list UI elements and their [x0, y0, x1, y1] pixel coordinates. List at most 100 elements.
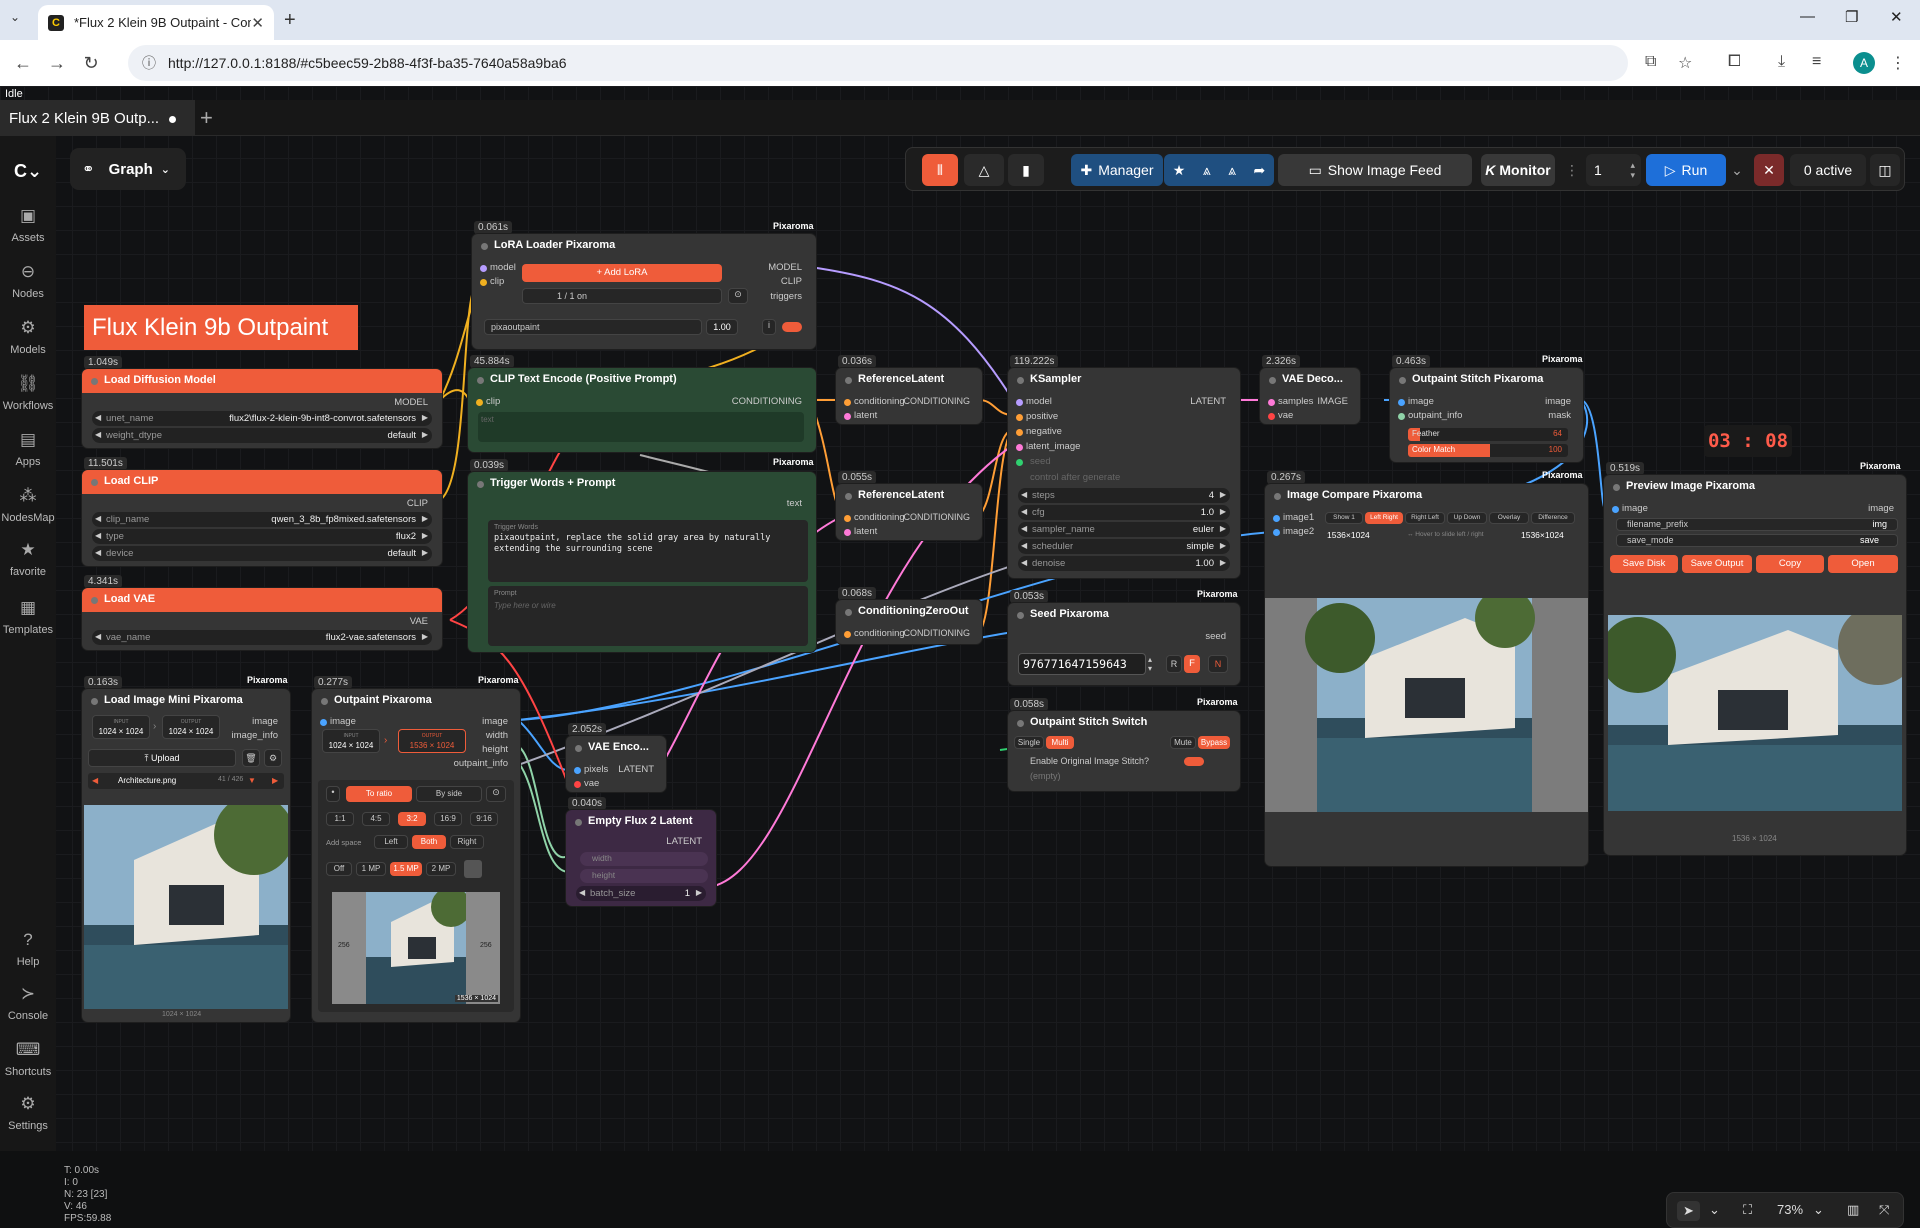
sidebar-assets[interactable]: ▣ Assets	[0, 206, 56, 244]
mp-1-5[interactable]: 1.5 MP	[390, 862, 422, 876]
seed-input[interactable]: seed	[1014, 456, 1234, 470]
lora-strength[interactable]: 1.00	[706, 319, 738, 335]
reading-list-icon[interactable]: ≡	[1812, 53, 1821, 71]
sidebar-nodesmap[interactable]: ⁂ NodesMap	[0, 486, 56, 524]
steps-widget[interactable]: steps 4	[1018, 488, 1230, 503]
output-latent[interactable]: LATENT	[1190, 396, 1226, 407]
input-negative[interactable]: negative	[1014, 426, 1234, 440]
empty-flux2-latent-node[interactable]: Empty Flux 2 Latent LATENT width height …	[566, 810, 716, 906]
graph-mode-button[interactable]: ⚭ Graph ⌄	[70, 148, 186, 190]
run-button[interactable]: ▷ Run	[1646, 154, 1726, 186]
sidebar-nodes[interactable]: ⊖ Nodes	[0, 262, 56, 300]
sidebar-console[interactable]: ≻ Console	[0, 984, 56, 1022]
vae-encode-node[interactable]: VAE Enco... pixels vae LATENT	[566, 736, 666, 792]
lora-settings-icon[interactable]: ⊙	[728, 288, 748, 304]
mp-1[interactable]: 1 MP	[356, 862, 386, 876]
output-width[interactable]: width	[486, 730, 508, 741]
device-widget[interactable]: device default	[92, 546, 432, 561]
lora-select[interactable]: pixaoutpaint	[484, 319, 702, 335]
unet-name-widget[interactable]: unet_name flux2\flux-2-klein-9b-int8-conv…	[92, 411, 432, 426]
feather-slider[interactable]: Feather 64	[1408, 428, 1568, 441]
side-right[interactable]: Right	[450, 835, 484, 849]
settings-icon[interactable]: ⚙	[264, 749, 282, 767]
mp-off[interactable]: Off	[326, 862, 352, 876]
close-window-icon[interactable]: ✕	[1890, 8, 1903, 26]
side-left[interactable]: Left	[374, 835, 408, 849]
sidebar-shortcuts[interactable]: ⌨ Shortcuts	[0, 1040, 56, 1078]
url-field[interactable]: ⓘ http://127.0.0.1:8188/#c5beec59-2b88-4…	[128, 45, 1628, 81]
cfg-widget[interactable]: cfg 1.0	[1018, 505, 1230, 520]
input-latent[interactable]: latent	[842, 526, 976, 540]
monitor-button[interactable]: K Monitor	[1481, 154, 1555, 186]
output-clip[interactable]: CLIP	[407, 498, 428, 509]
batch-size-widget[interactable]: batch_size 1	[576, 886, 706, 901]
chevron-down-icon[interactable]: ⌄	[1709, 1202, 1720, 1218]
multi-button[interactable]: Multi	[1046, 736, 1074, 749]
denoise-widget[interactable]: denoise 1.00	[1018, 556, 1230, 571]
new-seed-button[interactable]: N	[1208, 655, 1228, 673]
manager-tools[interactable]: ★ ⩓ ⩓ ➦	[1164, 154, 1274, 186]
sidebar-models[interactable]: ⚙ Models	[0, 318, 56, 356]
extensions-icon[interactable]: ⧠	[1728, 53, 1741, 71]
info-icon[interactable]: i	[762, 319, 776, 335]
output-conditioning[interactable]: CONDITIONING	[904, 628, 971, 638]
prompt-box[interactable]: Prompt Type here or wire	[488, 586, 808, 646]
install-app-icon[interactable]: ⧉	[1645, 53, 1656, 71]
close-tab-icon[interactable]: ✕	[251, 14, 264, 32]
menu-icon[interactable]: ⋮	[1890, 53, 1906, 73]
clip-text-encode-node[interactable]: CLIP Text Encode (Positive Prompt) clip …	[468, 368, 816, 452]
image-selector[interactable]: ◀ Architecture.png 41 / 426 ▼ ▶	[88, 773, 284, 789]
manager-button[interactable]: ✚ Manager	[1071, 154, 1163, 186]
comfy-icon-button[interactable]: △	[964, 154, 1004, 186]
output-conditioning[interactable]: CONDITIONING	[904, 512, 971, 522]
vae-name-widget[interactable]: vae_name flux2-vae.safetensors	[92, 630, 432, 645]
save-disk-button[interactable]: Save Disk	[1610, 555, 1678, 573]
toggle-switch[interactable]	[1184, 757, 1204, 766]
output-image[interactable]: IMAGE	[1317, 396, 1348, 407]
lora-loader-node[interactable]: LoRA Loader Pixaroma model clip MODEL CL…	[472, 234, 816, 349]
output-latent[interactable]: LATENT	[666, 836, 702, 847]
output-height[interactable]: height	[482, 744, 508, 755]
copy-button[interactable]: Copy	[1756, 555, 1824, 573]
output-model[interactable]: MODEL	[394, 397, 428, 408]
image-feed-button[interactable]: ▭ Show Image Feed	[1278, 154, 1472, 186]
ksampler-node[interactable]: KSampler model positive negative latent_…	[1008, 368, 1240, 578]
outpaint-pixaroma-node[interactable]: Outpaint Pixaroma image image width heig…	[312, 689, 520, 1022]
comfy-logo-icon[interactable]: C⌄	[0, 161, 56, 182]
color-match-slider[interactable]: Color Match 100	[1408, 444, 1568, 457]
upload-button[interactable]: ⤒ Upload	[88, 749, 236, 767]
ratio-4-5[interactable]: 4:5	[362, 812, 390, 826]
output-image[interactable]: image	[1545, 396, 1571, 407]
next-image-icon[interactable]: ▶	[272, 776, 278, 785]
mp-2[interactable]: 2 MP	[426, 862, 456, 876]
load-image-mini-node[interactable]: Load Image Mini Pixaroma image image_inf…	[82, 689, 290, 1022]
cancel-button[interactable]: ✕	[1754, 154, 1784, 186]
lora-toggle-all[interactable]: 1 / 1 on	[522, 288, 722, 304]
tab-search-icon[interactable]: ⌄	[10, 10, 20, 24]
sidebar-favorite[interactable]: ★ favorite	[0, 540, 56, 578]
new-workflow-icon[interactable]: +	[200, 105, 213, 131]
pin-icon[interactable]: •	[326, 786, 340, 802]
sidebar-help[interactable]: ? Help	[0, 930, 56, 968]
mute-button[interactable]: Mute	[1170, 736, 1196, 749]
panel-toggle-button[interactable]: ◫	[1870, 154, 1900, 186]
save-mode-widget[interactable]: save_mode save	[1616, 534, 1898, 547]
sidebar-apps[interactable]: ▤ Apps	[0, 430, 56, 468]
bypass-button[interactable]: Bypass	[1198, 736, 1230, 749]
prev-image-icon[interactable]: ◀	[92, 776, 98, 785]
loaded-image[interactable]	[84, 805, 288, 1009]
clip-name-widget[interactable]: clip_name qwen_3_8b_fp8mixed.safetensors	[92, 512, 432, 527]
seed-stepper-icon[interactable]: ▴ ▾	[1148, 655, 1152, 673]
pointer-tool-icon[interactable]: ➤	[1677, 1201, 1700, 1221]
sidebar-workflows[interactable]: ⛓ Workflows	[0, 374, 56, 412]
preview-image[interactable]	[1608, 615, 1902, 811]
output-vae[interactable]: VAE	[410, 616, 428, 627]
fixed-seed-button[interactable]: F	[1184, 655, 1200, 673]
fit-view-icon[interactable]: ⛶	[1743, 1202, 1752, 1218]
output-text[interactable]: text	[787, 498, 802, 509]
color-swatch[interactable]	[464, 860, 482, 878]
to-ratio-button[interactable]: To ratio	[346, 786, 412, 802]
trigger-words-box[interactable]: Trigger Words pixaoutpaint, replace the …	[488, 520, 808, 582]
restore-icon[interactable]: ❐	[1845, 8, 1858, 26]
input-positive[interactable]: positive	[1014, 411, 1234, 425]
